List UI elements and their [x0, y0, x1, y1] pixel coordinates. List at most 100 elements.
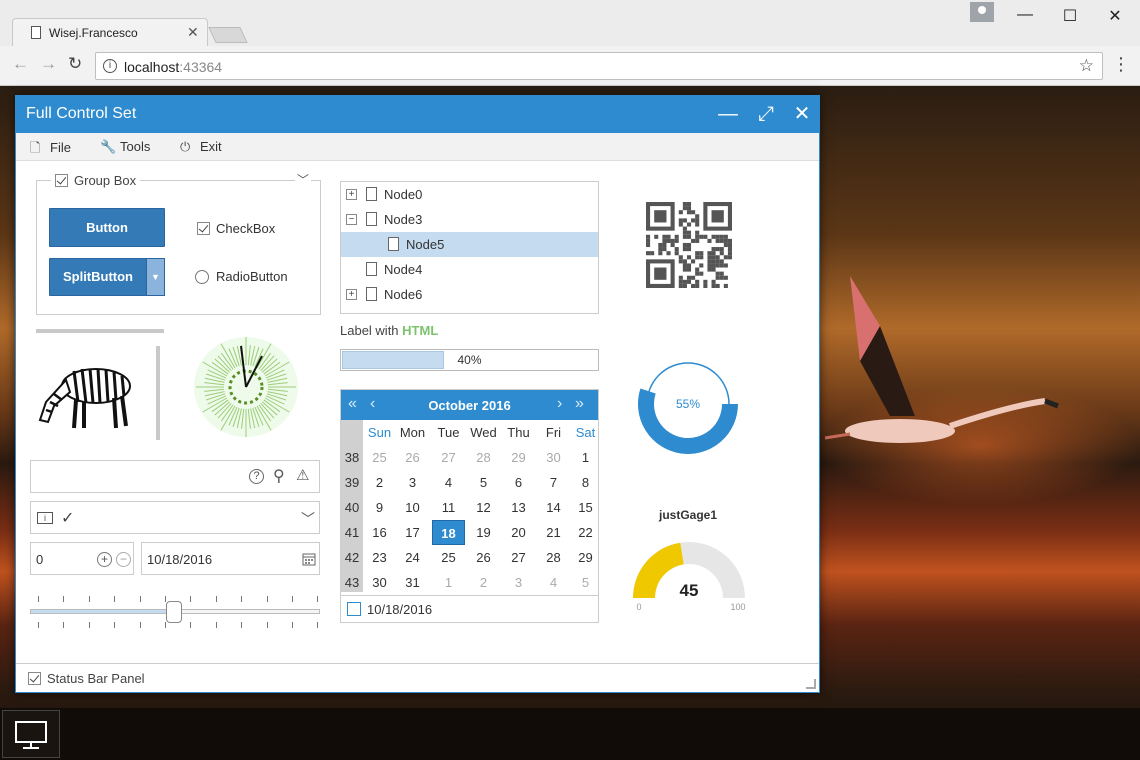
- close-icon[interactable]: ✕: [1100, 6, 1130, 26]
- calendar-day[interactable]: 16: [363, 520, 396, 545]
- address-bar[interactable]: i localhost:43364 ☆: [95, 52, 1103, 80]
- calendar-day[interactable]: 15: [569, 495, 602, 520]
- combo-box[interactable]: i ✓ ﹀: [30, 501, 320, 534]
- calendar-day[interactable]: 20: [502, 520, 535, 545]
- status-bar-panel[interactable]: Status Bar Panel: [28, 671, 145, 686]
- tree-node[interactable]: Node4: [341, 257, 598, 282]
- checkbox-box[interactable]: [197, 222, 210, 235]
- slider-thumb[interactable]: [166, 601, 182, 623]
- menu-file[interactable]: 🗋 File: [30, 139, 71, 161]
- new-tab-button[interactable]: [208, 27, 248, 43]
- calendar-day[interactable]: 22: [569, 520, 602, 545]
- calendar-day[interactable]: 21: [537, 520, 570, 545]
- split-button[interactable]: SplitButton: [49, 258, 147, 296]
- window-titlebar[interactable]: Full Control Set — ⤢ ✕: [16, 96, 819, 133]
- split-button-arrow-icon[interactable]: ▼: [146, 258, 165, 296]
- window-minimize-icon[interactable]: —: [713, 100, 743, 130]
- calendar-day[interactable]: 25: [432, 545, 465, 570]
- search-icon[interactable]: ⚲: [273, 466, 285, 486]
- calendar-day[interactable]: 1: [569, 445, 602, 470]
- calendar-day[interactable]: 30: [363, 570, 396, 595]
- calendar-day[interactable]: 26: [467, 545, 500, 570]
- menu-kebab-icon[interactable]: ⋮: [1112, 54, 1130, 75]
- calendar-footer-date[interactable]: 10/18/2016: [367, 602, 432, 617]
- collapse-icon[interactable]: −: [346, 214, 357, 225]
- window-maximize-icon[interactable]: ⤢: [751, 100, 781, 130]
- calendar-day[interactable]: 5: [569, 570, 602, 595]
- calendar-day[interactable]: 2: [467, 570, 500, 595]
- desktop-icon[interactable]: [2, 710, 60, 758]
- calendar-day[interactable]: 9: [363, 495, 396, 520]
- reload-icon[interactable]: ↻: [68, 54, 82, 74]
- plus-icon[interactable]: +: [97, 552, 112, 567]
- calendar-day[interactable]: 3: [396, 470, 429, 495]
- calendar-day[interactable]: 5: [467, 470, 500, 495]
- expand-icon[interactable]: +: [346, 189, 357, 200]
- tree-node[interactable]: + Node6: [341, 282, 598, 307]
- calendar-day-selected[interactable]: 18: [432, 520, 465, 545]
- user-icon[interactable]: [970, 2, 994, 22]
- tree-node[interactable]: + Node0: [341, 182, 598, 207]
- calendar-day[interactable]: 19: [467, 520, 500, 545]
- forward-icon[interactable]: →: [40, 54, 57, 74]
- warning-icon[interactable]: ⚠: [296, 466, 309, 484]
- radio-button[interactable]: RadioButton: [195, 269, 288, 284]
- calendar-icon[interactable]: [302, 552, 316, 566]
- minimize-icon[interactable]: —: [1010, 6, 1040, 24]
- minus-icon[interactable]: −: [116, 552, 131, 567]
- browser-tab[interactable]: Wisej.Francesco ✕: [12, 18, 208, 46]
- resize-grip-icon[interactable]: [806, 679, 816, 689]
- calendar-day[interactable]: 24: [396, 545, 429, 570]
- calendar-day[interactable]: 6: [502, 470, 535, 495]
- calendar-day[interactable]: 10: [396, 495, 429, 520]
- tree-node[interactable]: − Node3: [341, 207, 598, 232]
- calendar-day[interactable]: 1: [432, 570, 465, 595]
- calendar-day[interactable]: 8: [569, 470, 602, 495]
- expand-icon[interactable]: +: [346, 289, 357, 300]
- numeric-value[interactable]: 0: [36, 552, 43, 567]
- group-box-checkbox[interactable]: [55, 174, 68, 187]
- chevron-down-icon[interactable]: ﹀: [295, 171, 312, 188]
- calendar-day[interactable]: 4: [432, 470, 465, 495]
- checkbox[interactable]: CheckBox: [197, 221, 275, 236]
- calendar-day[interactable]: 23: [363, 545, 396, 570]
- calendar-day[interactable]: 28: [537, 545, 570, 570]
- calendar-day[interactable]: 30: [537, 445, 570, 470]
- chevron-down-icon[interactable]: ﹀: [301, 509, 315, 529]
- tree-node[interactable]: Node5: [341, 232, 598, 257]
- calendar-day[interactable]: 11: [432, 495, 465, 520]
- date-picker[interactable]: 10/18/2016: [141, 542, 320, 575]
- search-textbox[interactable]: ? ⚲ ⚠: [30, 460, 320, 493]
- calendar-day[interactable]: 29: [569, 545, 602, 570]
- window-close-icon[interactable]: ✕: [787, 100, 817, 130]
- back-icon[interactable]: ←: [12, 54, 29, 74]
- today-checkbox[interactable]: [347, 602, 361, 616]
- radio-circle[interactable]: [195, 270, 209, 284]
- calendar-day[interactable]: 27: [432, 445, 465, 470]
- group-box-title[interactable]: Group Box: [51, 173, 141, 188]
- calendar-day[interactable]: 3: [502, 570, 535, 595]
- bookmark-star-icon[interactable]: ☆: [1079, 56, 1094, 76]
- numeric-updown[interactable]: 0 + −: [30, 542, 134, 575]
- calendar-day[interactable]: 25: [363, 445, 396, 470]
- calendar-day[interactable]: 12: [467, 495, 500, 520]
- date-picker-value[interactable]: 10/18/2016: [147, 552, 212, 567]
- maximize-icon[interactable]: ☐: [1055, 6, 1085, 26]
- calendar-day[interactable]: 31: [396, 570, 429, 595]
- calendar-day[interactable]: 4: [537, 570, 570, 595]
- menu-exit[interactable]: ⏻ Exit: [180, 139, 222, 155]
- next-year-icon[interactable]: »: [575, 395, 584, 413]
- calendar-day[interactable]: 27: [502, 545, 535, 570]
- calendar-day[interactable]: 29: [502, 445, 535, 470]
- info-icon[interactable]: i: [103, 59, 117, 73]
- help-icon[interactable]: ?: [249, 469, 264, 484]
- next-month-icon[interactable]: ›: [557, 395, 562, 413]
- calendar-day[interactable]: 28: [467, 445, 500, 470]
- calendar-day[interactable]: 26: [396, 445, 429, 470]
- close-tab-icon[interactable]: ✕: [187, 24, 199, 41]
- calendar-day[interactable]: 17: [396, 520, 429, 545]
- menu-tools[interactable]: 🔧 Tools: [100, 139, 150, 155]
- calendar-day[interactable]: 14: [537, 495, 570, 520]
- calendar-day[interactable]: 2: [363, 470, 396, 495]
- button[interactable]: Button: [49, 208, 165, 247]
